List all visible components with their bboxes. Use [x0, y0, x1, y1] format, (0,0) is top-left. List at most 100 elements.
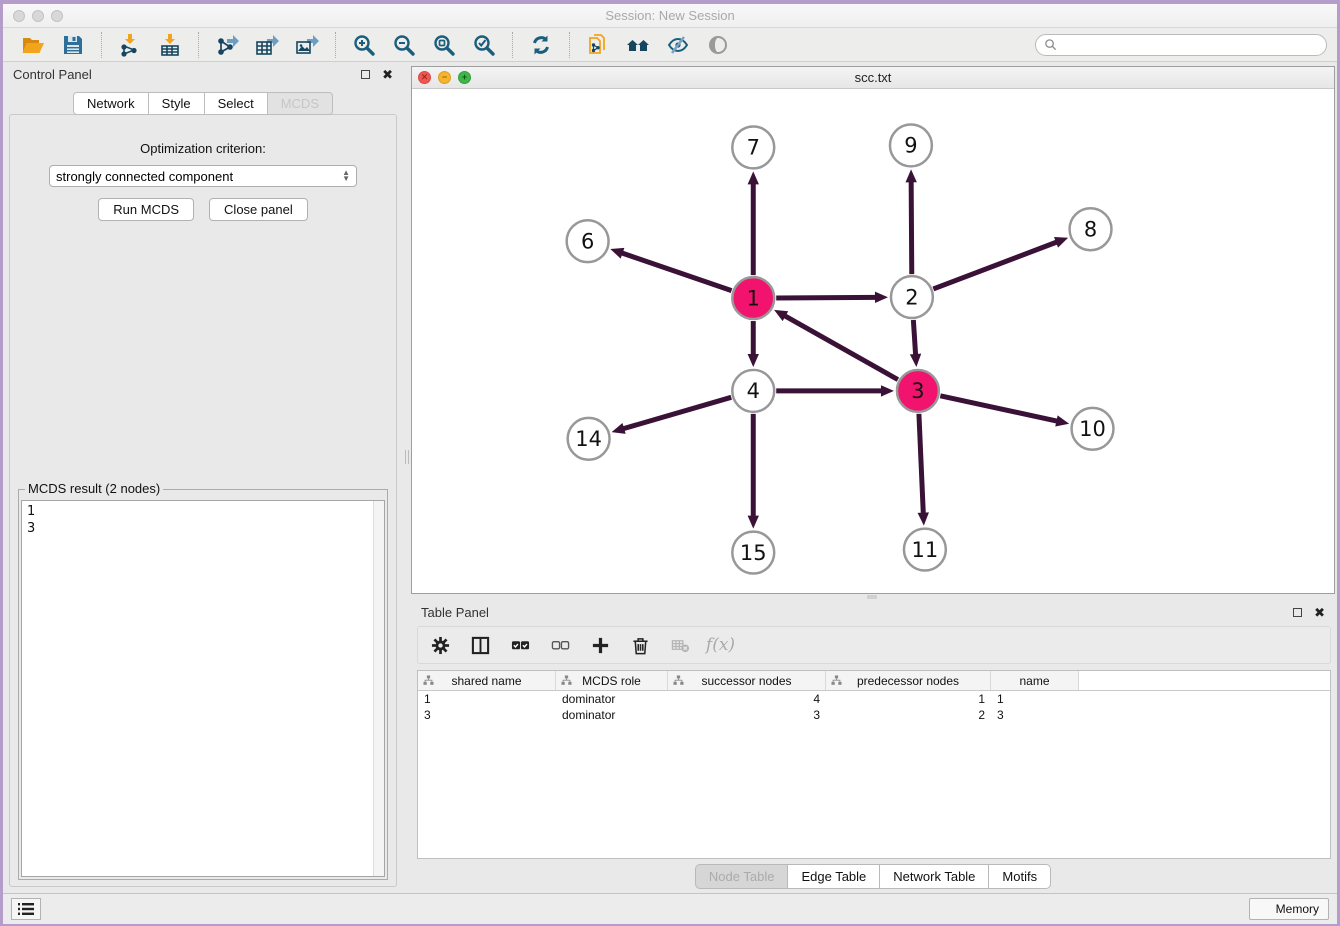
- delete-column-icon[interactable]: [630, 635, 651, 656]
- close-panel-icon[interactable]: ✖: [1314, 606, 1325, 619]
- import-network-icon[interactable]: [115, 31, 145, 59]
- criterion-value: strongly connected component: [56, 169, 233, 184]
- network-canvas-area[interactable]: 7968124314101511: [412, 89, 1334, 593]
- list-item[interactable]: 1: [27, 503, 384, 520]
- mcds-panel: Optimization criterion: strongly connect…: [9, 114, 397, 887]
- cell-shared-name[interactable]: 3: [418, 707, 556, 723]
- graph-edge-arrowhead: [748, 354, 759, 367]
- run-mcds-button[interactable]: Run MCDS: [98, 198, 194, 221]
- scrollbar[interactable]: [373, 501, 384, 876]
- refresh-icon[interactable]: [526, 31, 556, 59]
- criterion-select[interactable]: strongly connected component ▲▼: [49, 165, 357, 187]
- cell-successor-nodes[interactable]: 4: [668, 691, 826, 707]
- zoom-selected-icon[interactable]: [469, 31, 499, 59]
- table-panel-title: Table Panel: [421, 605, 489, 620]
- table-row[interactable]: 3 dominator 3 2 3: [418, 707, 1330, 723]
- chevron-up-down-icon: ▲▼: [342, 170, 350, 182]
- graph-edge[interactable]: [919, 414, 923, 514]
- cell-predecessor-nodes[interactable]: 2: [826, 707, 991, 723]
- tab-style[interactable]: Style: [149, 92, 205, 115]
- save-session-icon[interactable]: [58, 31, 88, 59]
- export-network-icon[interactable]: [212, 31, 242, 59]
- graph-node-label: 11: [912, 538, 939, 562]
- hide-selected-icon[interactable]: [663, 31, 693, 59]
- tab-edge-table[interactable]: Edge Table: [788, 864, 880, 889]
- float-panel-icon[interactable]: [1293, 608, 1302, 617]
- graph-edge[interactable]: [776, 297, 876, 298]
- optimization-criterion-label: Optimization criterion:: [140, 141, 266, 156]
- control-panel-tabs: Network Style Select MCDS: [3, 92, 403, 115]
- main-toolbar: [3, 28, 1337, 62]
- mcds-result-list[interactable]: 1 3: [21, 500, 385, 877]
- graph-edge[interactable]: [933, 242, 1057, 289]
- cell-successor-nodes[interactable]: 3: [668, 707, 826, 723]
- float-panel-icon[interactable]: [361, 70, 370, 79]
- open-session-icon[interactable]: [18, 31, 48, 59]
- column-header-successor-nodes[interactable]: successor nodes: [668, 671, 826, 690]
- graph-edge[interactable]: [623, 397, 731, 428]
- export-image-icon[interactable]: [292, 31, 322, 59]
- tab-select[interactable]: Select: [205, 92, 268, 115]
- column-header-predecessor-nodes[interactable]: predecessor nodes: [826, 671, 991, 690]
- graph-edge[interactable]: [913, 320, 915, 355]
- graph-node-label: 15: [740, 541, 767, 565]
- tab-node-table[interactable]: Node Table: [695, 864, 789, 889]
- tab-network-table[interactable]: Network Table: [880, 864, 989, 889]
- deselect-all-icon[interactable]: [550, 635, 571, 656]
- search-icon: [1044, 38, 1057, 51]
- export-table-icon[interactable]: [252, 31, 282, 59]
- cell-mcds-role[interactable]: dominator: [556, 691, 668, 707]
- graph-edge-arrowhead: [881, 385, 894, 396]
- graph-edge[interactable]: [622, 253, 732, 291]
- clone-network-icon[interactable]: [583, 31, 613, 59]
- clear-table-icon[interactable]: [670, 635, 691, 656]
- column-header-shared-name[interactable]: shared name: [418, 671, 556, 690]
- task-history-button[interactable]: [11, 898, 41, 920]
- cell-mcds-role[interactable]: dominator: [556, 707, 668, 723]
- cell-shared-name[interactable]: 1: [418, 691, 556, 707]
- graph-node-label: 2: [905, 285, 918, 309]
- vertical-splitter[interactable]: [403, 62, 411, 893]
- add-column-icon[interactable]: [590, 635, 611, 656]
- show-all-icon[interactable]: [703, 31, 733, 59]
- zoom-out-icon[interactable]: [389, 31, 419, 59]
- tab-network[interactable]: Network: [73, 92, 149, 115]
- graph-edge-arrowhead: [918, 512, 929, 525]
- cell-predecessor-nodes[interactable]: 1: [826, 691, 991, 707]
- graph-edge[interactable]: [940, 396, 1057, 421]
- first-neighbors-icon[interactable]: [623, 31, 653, 59]
- horizontal-splitter[interactable]: [411, 594, 1335, 600]
- cell-name[interactable]: 3: [991, 707, 1079, 723]
- graph-edge-arrowhead: [612, 423, 626, 434]
- column-header-name[interactable]: name: [991, 671, 1079, 690]
- search-field[interactable]: [1035, 34, 1327, 56]
- graph-edge-arrowhead: [1055, 415, 1069, 426]
- graph-edge-arrowhead: [875, 292, 888, 303]
- graph-edge[interactable]: [911, 181, 912, 274]
- fit-content-icon[interactable]: [429, 31, 459, 59]
- zoom-in-icon[interactable]: [349, 31, 379, 59]
- search-input[interactable]: [1063, 38, 1318, 52]
- list-icon: [18, 902, 34, 916]
- graph-edge-arrowhead: [748, 516, 759, 529]
- tab-motifs[interactable]: Motifs: [989, 864, 1051, 889]
- graph-node-label: 3: [911, 379, 924, 403]
- memory-button[interactable]: Memory: [1249, 898, 1329, 920]
- close-panel-button[interactable]: Close panel: [209, 198, 308, 221]
- graph-node-label: 9: [904, 134, 917, 158]
- list-item[interactable]: 3: [27, 520, 384, 537]
- function-builder-icon[interactable]: f(x): [710, 635, 731, 656]
- column-header-mcds-role[interactable]: MCDS role: [556, 671, 668, 690]
- node-table[interactable]: shared name MCDS role successor nodes: [417, 670, 1331, 859]
- split-panel-icon[interactable]: [470, 635, 491, 656]
- settings-gear-icon[interactable]: [430, 635, 451, 656]
- table-row[interactable]: 1 dominator 4 1 1: [418, 691, 1330, 707]
- table-header-row: shared name MCDS role successor nodes: [418, 671, 1330, 691]
- tab-mcds[interactable]: MCDS: [268, 92, 333, 115]
- memory-label: Memory: [1276, 902, 1319, 916]
- close-panel-icon[interactable]: ✖: [382, 68, 393, 81]
- graph-edge[interactable]: [785, 316, 898, 380]
- cell-name[interactable]: 1: [991, 691, 1079, 707]
- import-table-icon[interactable]: [155, 31, 185, 59]
- select-all-icon[interactable]: [510, 635, 531, 656]
